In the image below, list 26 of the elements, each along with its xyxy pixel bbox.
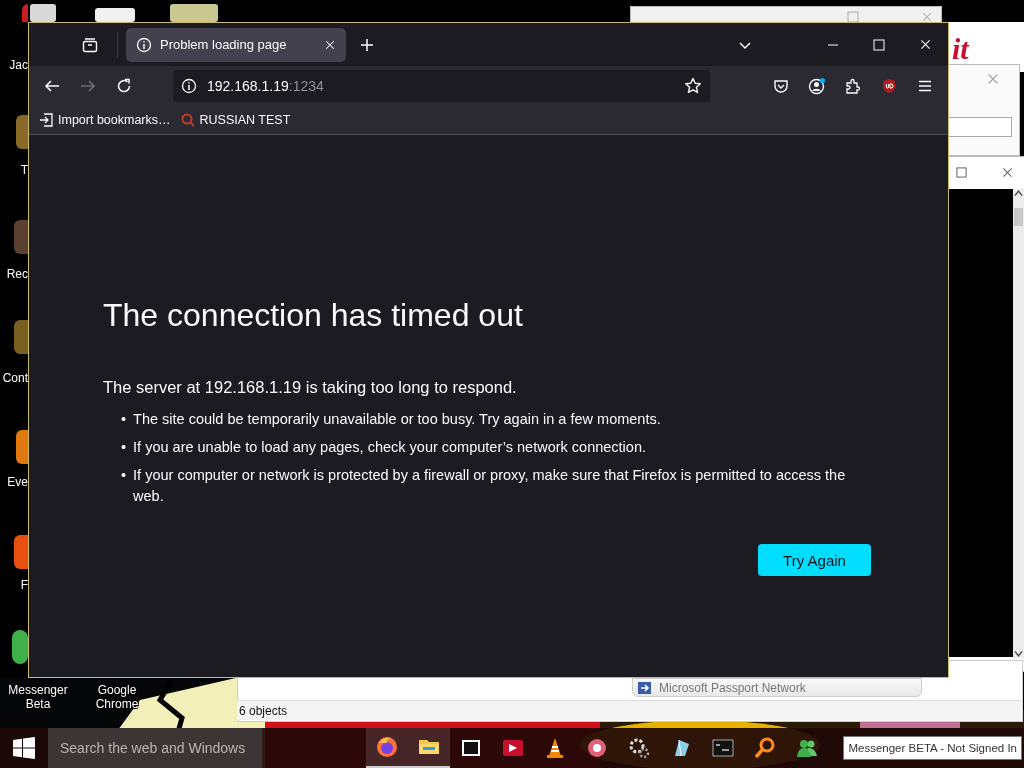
bookmark-item[interactable]: Import bookmarks… [39, 113, 171, 127]
tooltip: Messenger BETA - Not Signed In [843, 736, 1022, 760]
tip-text: The site could be temporarily unavailable or too busy. Try again in a few moments. [133, 410, 661, 429]
desktop-icon-label: Messenger Beta [7, 683, 69, 711]
status-text: 6 objects [239, 703, 288, 718]
bullet: • [121, 438, 127, 457]
desktop-icon-label: T [19, 163, 28, 177]
desktop-icon-label: F [19, 578, 28, 592]
bullet: • [121, 466, 127, 485]
list-item[interactable]: Microsoft Passport Network [632, 678, 922, 697]
logo-text: it [952, 34, 969, 64]
error-message: The server at 192.168.1.19 is taking too long to respond. [103, 377, 518, 398]
desktop-icon-label: Google Chrome [94, 683, 140, 711]
tip-text: If you are unable to load any pages, check your computer’s network connection. [133, 438, 646, 457]
desktop-icon-label: Rec [5, 267, 28, 281]
desktop-icon-label: Jac [8, 58, 28, 72]
try-again-button[interactable]: Try Again [758, 544, 871, 576]
error-title: The connection has timed out [103, 296, 524, 335]
bookmark-item[interactable]: RUSSIAN TEST [180, 113, 291, 127]
tip-text: If your computer or network is protected by a firewall or proxy, make sure that Firefox is permitted to access the web. [133, 466, 847, 506]
desktop-icon-label: Cont [1, 371, 28, 385]
address-field[interactable]: 192.168.1.19:1234 [173, 70, 710, 102]
bullet: • [121, 410, 127, 429]
search-field[interactable]: Search the web and Windows [48, 728, 262, 768]
desktop-icon-label: Eve [6, 475, 28, 489]
tab[interactable]: Problem loading page [126, 27, 346, 62]
